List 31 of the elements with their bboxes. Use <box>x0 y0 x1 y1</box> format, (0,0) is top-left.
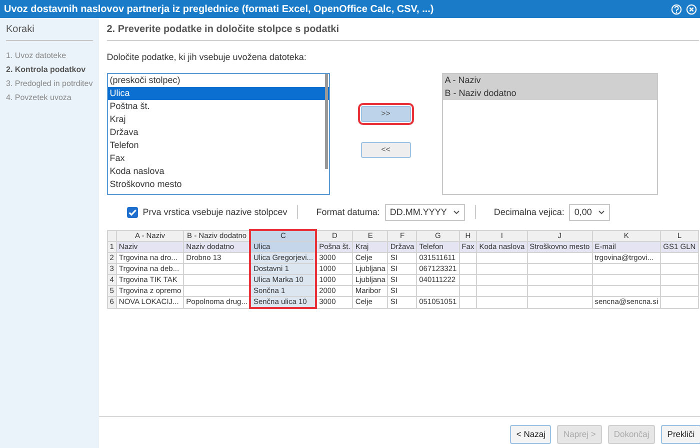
list-item[interactable]: Ulica <box>108 86 329 100</box>
list-item[interactable]: Fax <box>108 152 329 164</box>
help-icon[interactable] <box>671 4 682 14</box>
date-format-select[interactable]: DD.MM.YYYY <box>384 204 465 221</box>
available-fields-list[interactable]: (preskoči stolpec) Ulica Poštna št. Kraj Država Telefon Fax Koda naslova Stroškovno mesto <box>106 72 330 194</box>
caret-icon <box>452 210 460 215</box>
instruction-text: Določite podatke, ki jih vsebuje uvožena datoteka: <box>106 51 308 64</box>
list-item[interactable]: A - Naziv <box>442 74 657 86</box>
cancel-button[interactable]: Prekliči <box>661 425 700 444</box>
back-button[interactable]: < Nazaj <box>510 425 552 444</box>
step-item[interactable]: 2. Kontrola podatkov <box>6 63 93 77</box>
list-item[interactable]: Koda naslova <box>108 164 329 178</box>
field-label: Format datuma: <box>316 206 380 218</box>
checkbox-label: Prva vrstica vsebuje nazive stolpcev <box>142 206 288 219</box>
checkbox[interactable] <box>126 206 138 218</box>
decimal-select[interactable]: 0,00 <box>569 204 610 221</box>
list-item[interactable]: (preskoči stolpec) <box>108 74 329 86</box>
sidebar-title: Koraki <box>6 22 93 41</box>
remove-button[interactable]: << <box>360 142 411 158</box>
list-item[interactable]: B - Naziv dodatno <box>442 86 657 100</box>
list-item[interactable]: Država <box>108 126 329 138</box>
section-heading: 2. Preverite podatke in določite stolpce s podatki <box>106 18 699 41</box>
close-icon[interactable] <box>686 4 697 14</box>
assigned-fields-list[interactable]: A - Naziv B - Naziv dodatno <box>442 72 658 194</box>
list-item[interactable]: Telefon <box>108 138 329 152</box>
list-item[interactable]: Poštna št. <box>108 100 329 112</box>
list-item[interactable]: Stroškovno mesto <box>108 178 329 190</box>
list-item[interactable]: Kraj <box>108 112 329 126</box>
field-label: Decimalna vejica: <box>494 206 564 219</box>
caret-icon <box>598 210 605 215</box>
window-title: Uvoz dostavnih naslovov partnerja iz preglednice (formati Excel, OpenOffice Calc, CSV, ...) <box>4 2 434 16</box>
